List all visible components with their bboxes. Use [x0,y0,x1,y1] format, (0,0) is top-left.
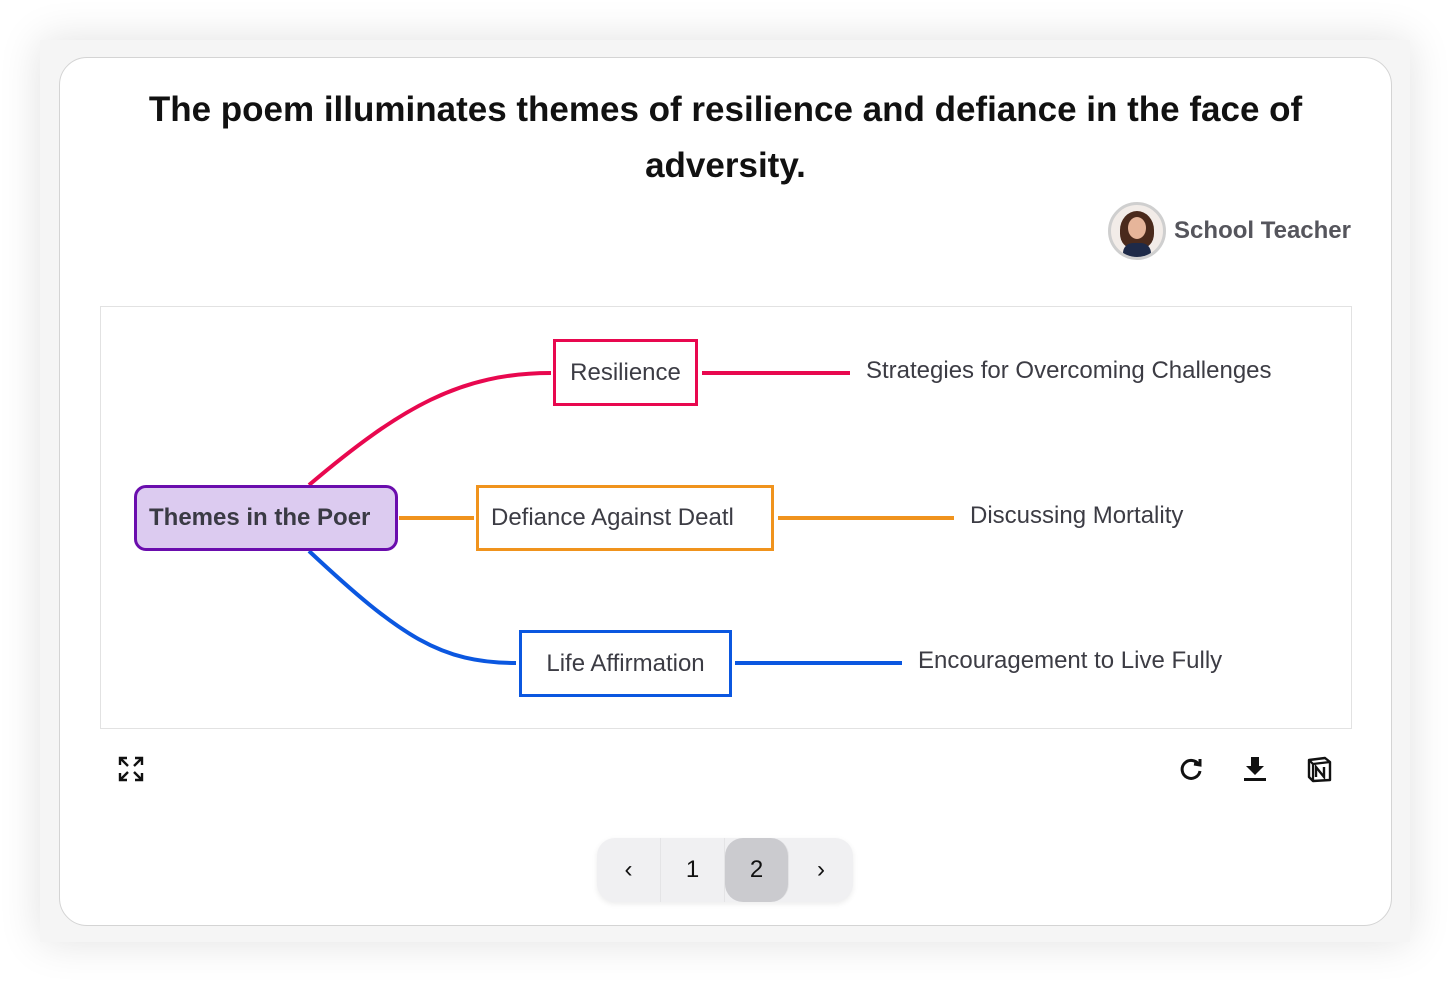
author-badge: School Teacher [1108,202,1351,260]
refresh-button[interactable] [1173,751,1209,787]
branch-node-life-affirmation[interactable]: Life Affirmation [519,630,732,697]
branch-node-defiance[interactable]: Defiance Against Deatl [476,485,774,551]
connector-resilience [307,371,552,487]
page-2-button[interactable]: 2 [725,838,789,902]
card-title: The poem illuminates themes of resilienc… [148,90,1303,185]
root-node[interactable]: Themes in the Poer [134,485,398,551]
prev-page-button[interactable]: ‹ [597,838,661,902]
fullscreen-button[interactable] [113,751,149,787]
notion-export-button[interactable] [1301,751,1337,787]
leaf-node-live-fully[interactable]: Encouragement to Live Fully [918,647,1222,675]
branch-node-resilience[interactable]: Resilience [553,339,698,406]
mindmap-card: The poem illuminates themes of resilienc… [59,57,1392,926]
root-node-label: Themes in the Poer [149,504,371,531]
author-name: School Teacher [1174,217,1351,244]
expand-arrows-icon [118,756,144,782]
page-1-button[interactable]: 1 [661,838,725,902]
teacher-avatar-icon [1108,202,1167,260]
connector-life [307,549,517,665]
branch-label: Life Affirmation [546,649,705,677]
download-button[interactable] [1237,751,1273,787]
notion-icon [1307,756,1332,783]
branch-label: Defiance Against Deatl [491,504,734,531]
leaf-node-mortality[interactable]: Discussing Mortality [970,502,1183,530]
refresh-icon [1180,758,1202,780]
branch-label: Resilience [570,358,681,386]
next-page-button[interactable]: › [789,838,853,902]
leaf-node-strategies[interactable]: Strategies for Overcoming Challenges [866,357,1272,385]
mindmap-canvas[interactable]: Themes in the Poer Resilience Strategies… [100,306,1352,729]
download-icon [1244,757,1266,781]
pagination: ‹ 1 2 › [597,838,853,902]
